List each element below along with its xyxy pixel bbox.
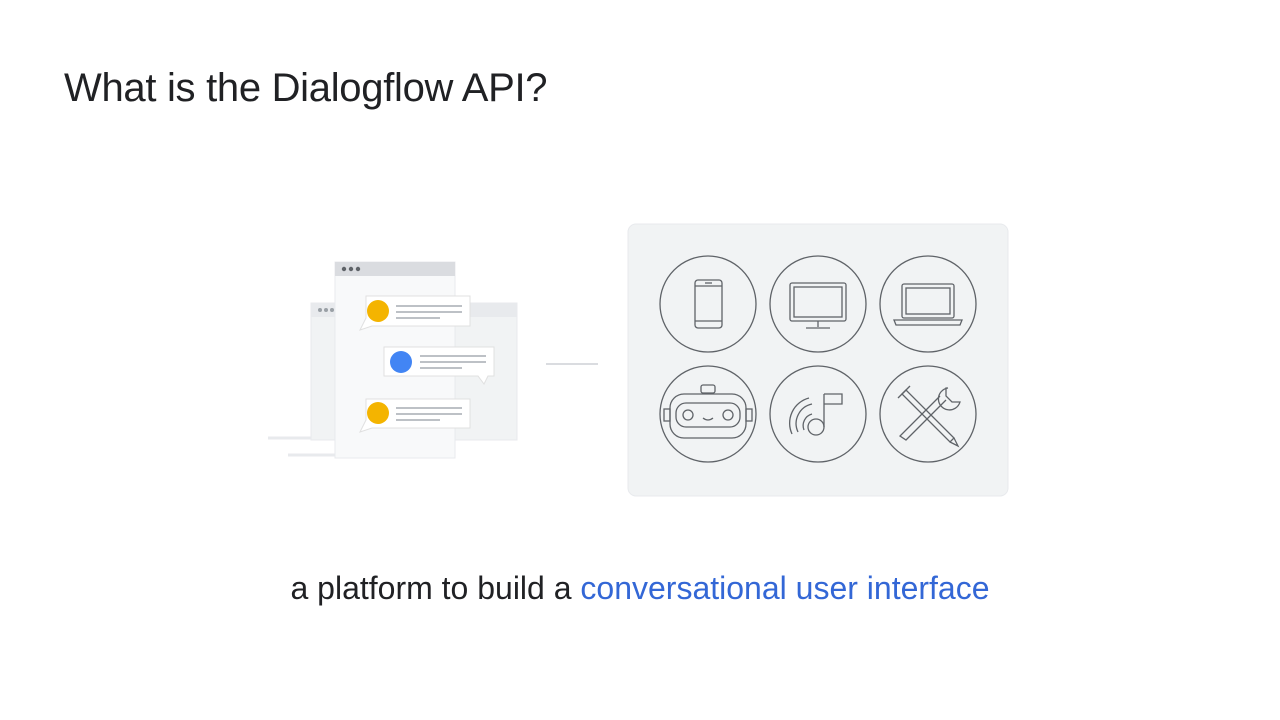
device-panel (627, 223, 1009, 497)
avatar-yellow (367, 300, 389, 322)
subtitle-highlight: conversational user interface (580, 570, 990, 606)
avatar-blue (390, 351, 412, 373)
chat-bubble-3 (359, 398, 471, 433)
subtitle-plain: a platform to build a (290, 570, 572, 606)
slide-subtitle: a platform to build a conversational use… (0, 570, 1280, 607)
illustration (268, 223, 1009, 497)
chat-bubble-1 (359, 295, 471, 331)
avatar-yellow (367, 402, 389, 424)
chat-window-illustration (268, 261, 518, 459)
